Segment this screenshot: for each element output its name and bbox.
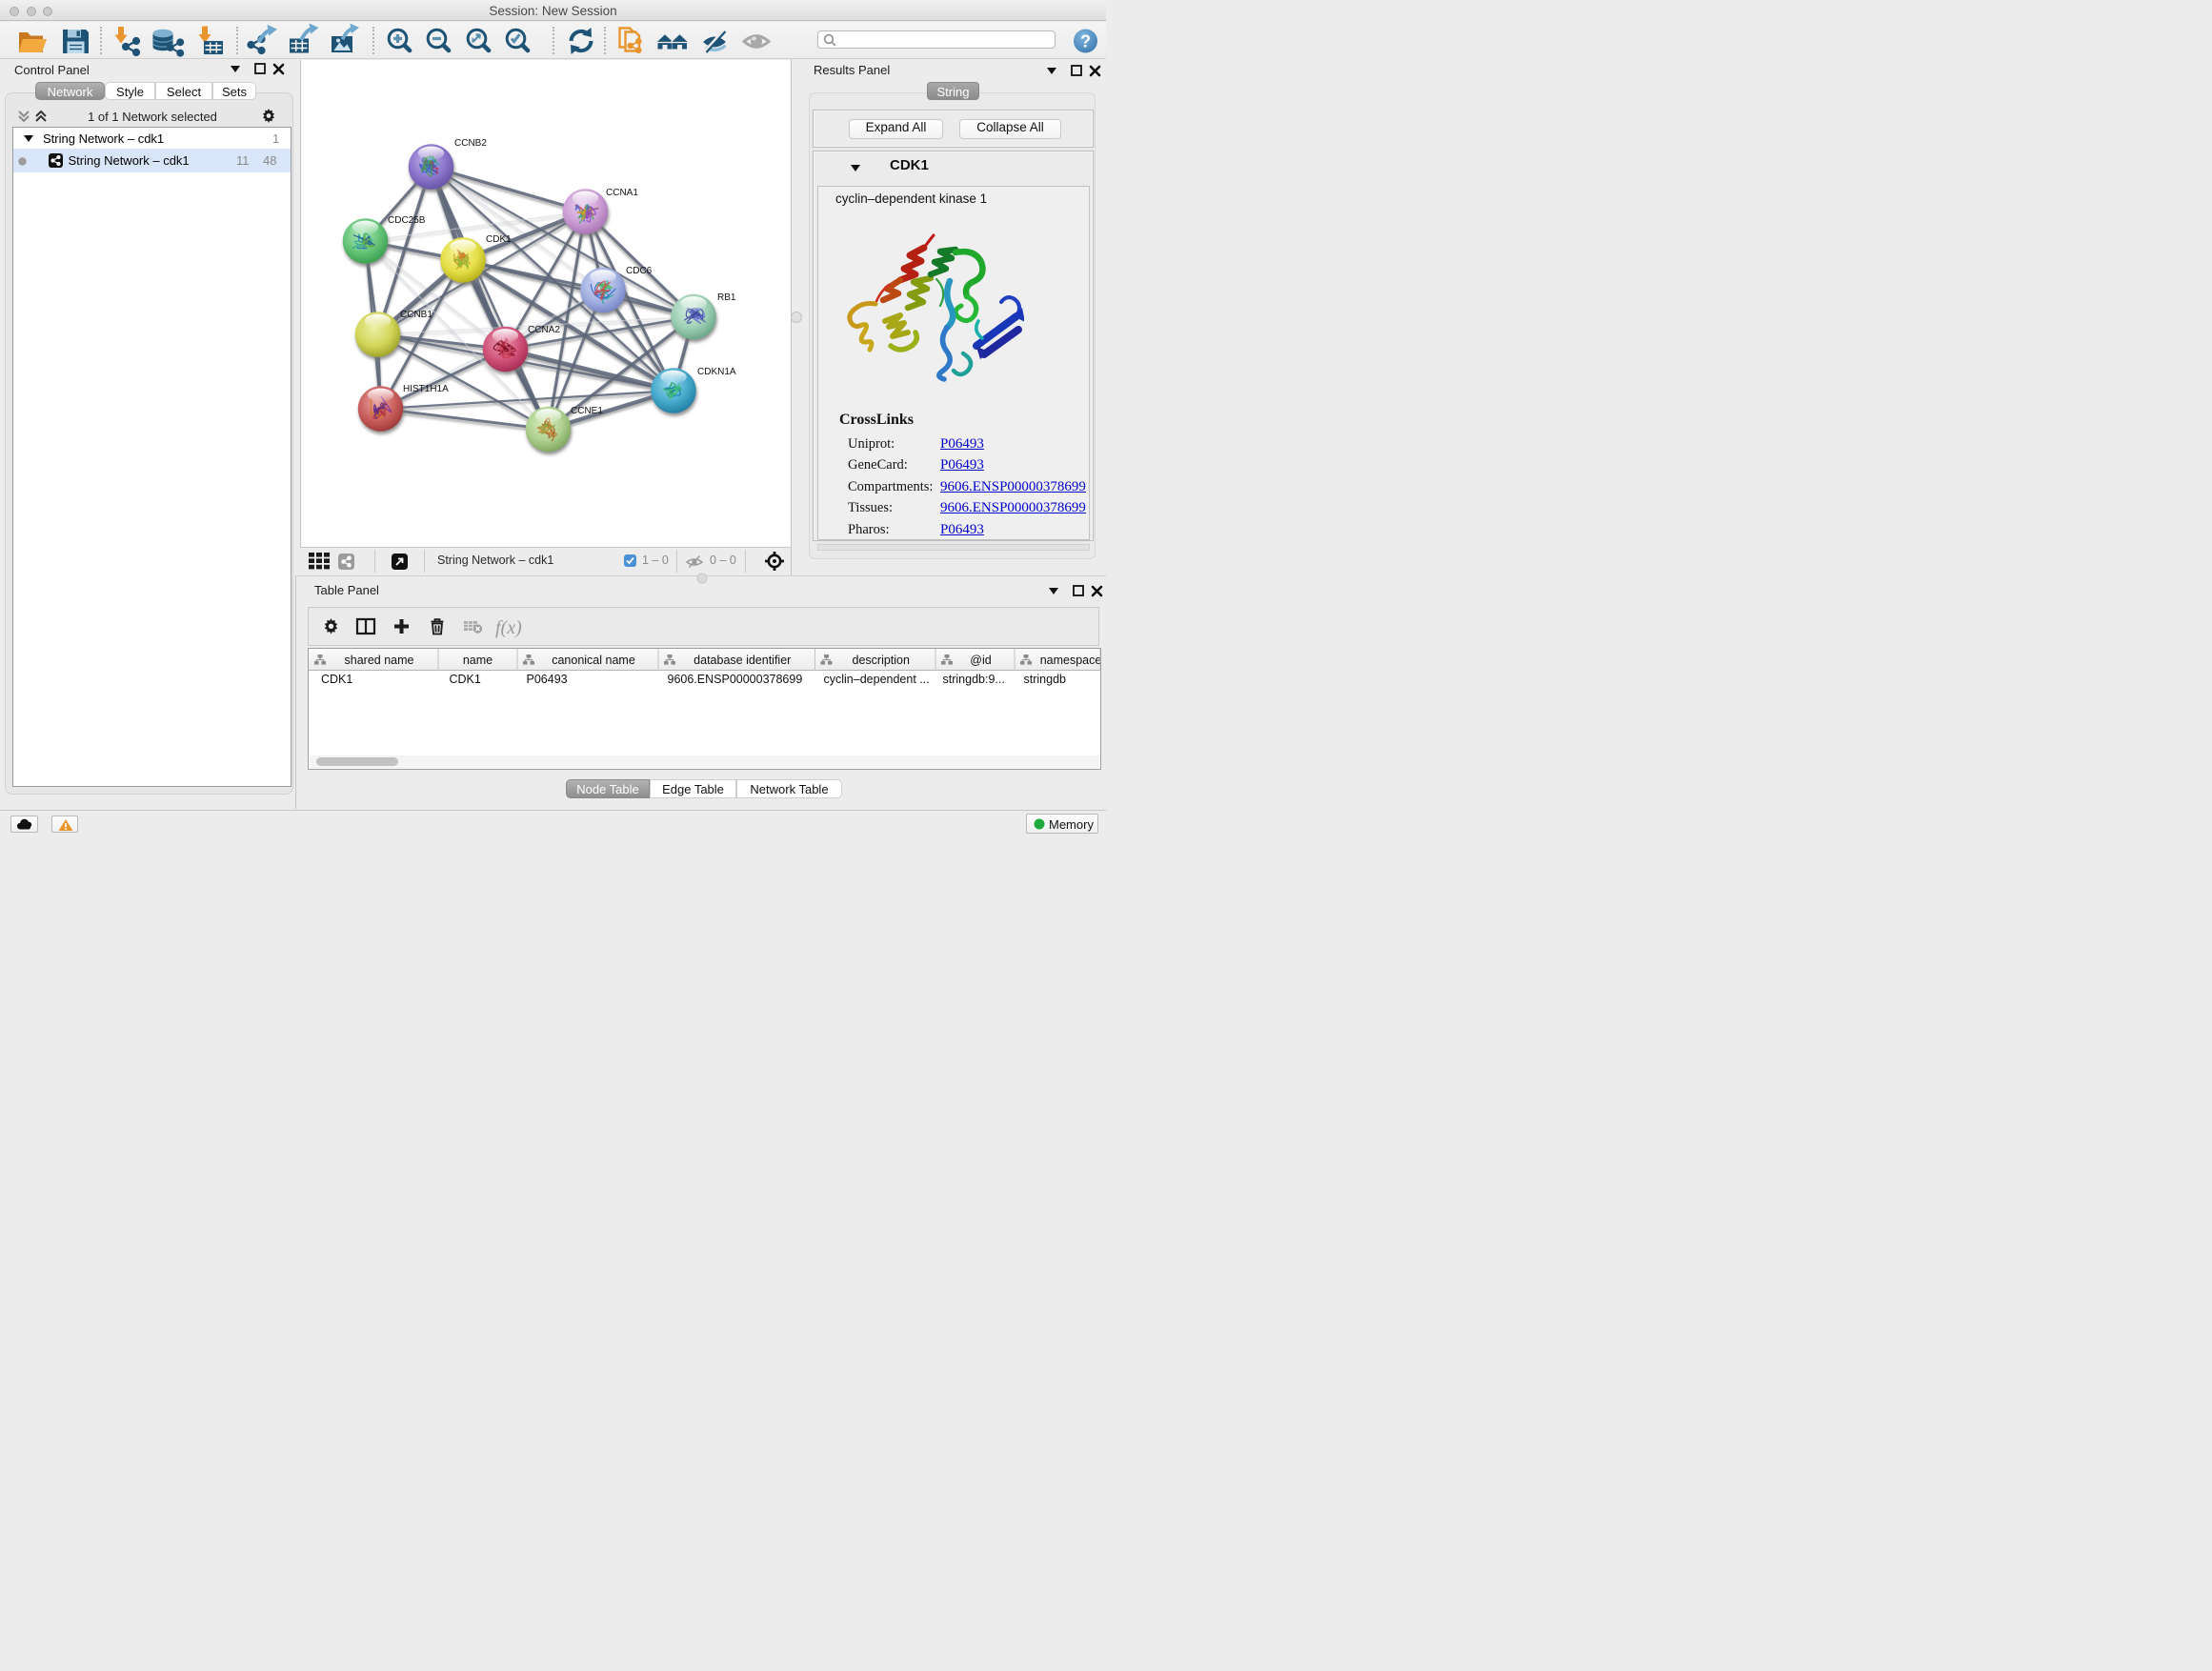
svg-text:CCNB2: CCNB2 xyxy=(454,138,487,149)
svg-text:CDC6: CDC6 xyxy=(626,266,653,276)
svg-text:RB1: RB1 xyxy=(717,292,736,303)
svg-text:f(x): f(x) xyxy=(495,617,522,638)
svg-text:HIST1H1A: HIST1H1A xyxy=(403,384,449,394)
svg-text:name: name xyxy=(463,654,493,667)
svg-text:description: description xyxy=(853,654,910,667)
svg-text:@id: @id xyxy=(970,654,991,667)
svg-text:CCNE1: CCNE1 xyxy=(571,406,603,416)
svg-text:namespace: namespace xyxy=(1040,654,1100,667)
svg-text:shared name: shared name xyxy=(345,654,414,667)
svg-text:CCNA1: CCNA1 xyxy=(606,188,638,198)
svg-text:CDC25B: CDC25B xyxy=(388,215,426,226)
svg-text:CCNB1: CCNB1 xyxy=(400,310,432,320)
svg-text:CDK1: CDK1 xyxy=(486,234,512,245)
svg-text:CCNA2: CCNA2 xyxy=(528,325,560,335)
svg-text:database identifier: database identifier xyxy=(694,654,791,667)
svg-text:?: ? xyxy=(1080,32,1091,51)
svg-text:CDKN1A: CDKN1A xyxy=(697,367,736,377)
svg-text:canonical name: canonical name xyxy=(552,654,635,667)
